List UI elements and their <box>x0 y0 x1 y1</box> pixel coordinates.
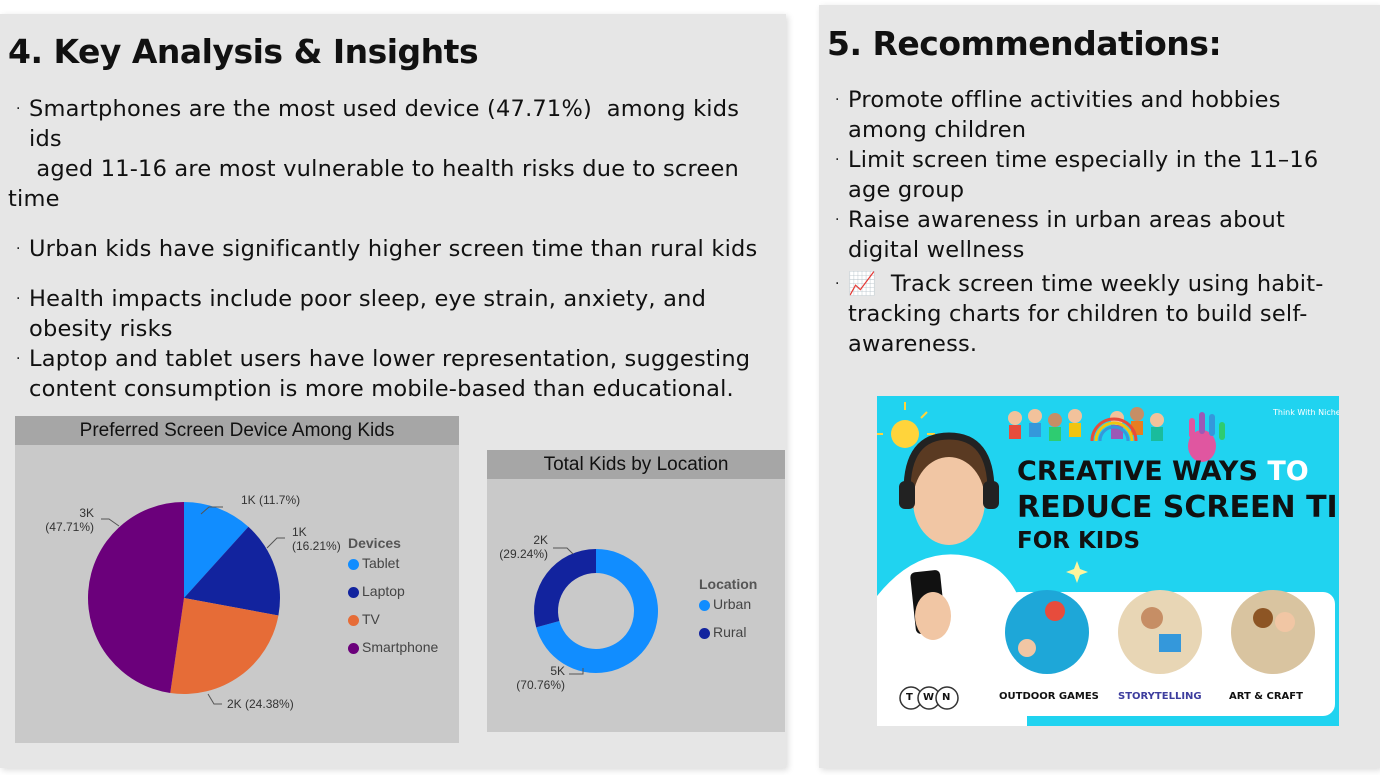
recommendations-title: 5. Recommendations: <box>827 24 1222 63</box>
sparkle-icon <box>1066 561 1088 583</box>
caption-art-craft: ART & CRAFT <box>1229 691 1303 702</box>
legend-label: Urban <box>713 596 752 612</box>
data-label: 1K (11.7%) <box>241 493 300 507</box>
caption-storytelling: STORYTELLING <box>1118 691 1202 702</box>
legend-label: TV <box>362 611 380 627</box>
donut-legend: Location Urban Rural <box>699 576 757 652</box>
bullet-dot: · <box>16 291 21 307</box>
data-label: 5K (70.76%) <box>516 664 565 692</box>
legend-swatch <box>699 628 710 639</box>
pie-slice-smartphone[interactable] <box>88 502 184 694</box>
headline-to: TO <box>1267 456 1309 487</box>
insight-text: Health impacts include poor sleep, eye s… <box>29 286 707 342</box>
insight-text: time <box>8 186 60 212</box>
legend-title: Location <box>699 576 758 592</box>
data-label: 2K (24.38%) <box>227 697 294 711</box>
label-leader-line <box>101 518 120 527</box>
recommendation-text: Promote offline activities and hobbies a… <box>848 87 1281 143</box>
recommendation-text: Raise awareness in urban areas about dig… <box>848 207 1285 263</box>
headline-text: CREATIVE WAYS <box>1017 456 1258 487</box>
device-pie-chart-card[interactable]: Preferred Screen Device Among Kids 1K (1… <box>15 416 459 743</box>
recommendation-item: · Limit screen time especially in the 11… <box>827 145 1372 205</box>
bullet-dot: · <box>16 101 21 117</box>
insight-text: Urban kids have significantly higher scr… <box>29 236 758 262</box>
bullet-dot: · <box>835 212 840 228</box>
legend-swatch <box>699 600 710 611</box>
legend-item-urban[interactable]: Urban <box>699 596 757 624</box>
caption-outdoor-games: OUTDOOR GAMES <box>999 691 1099 702</box>
promo-illustration <box>877 402 1335 726</box>
legend-item-smartphone[interactable]: Smartphone <box>348 639 438 667</box>
insight-text: aged 11-16 are most vulnerable to health… <box>29 156 739 182</box>
brand-text: Think With Niche <box>1273 408 1339 417</box>
label-leader-line <box>207 693 222 705</box>
headline-line-2: REDUCE SCREEN TIME <box>1017 490 1339 525</box>
data-label: 2K (29.24%) <box>499 533 548 561</box>
legend-label: Laptop <box>362 583 405 599</box>
headline-line-3: FOR KIDS <box>1017 528 1141 554</box>
logo-letter: T <box>906 692 913 703</box>
insight-item: · Laptop and tablet users have lower rep… <box>8 344 783 404</box>
storytelling-photo <box>1118 590 1202 674</box>
data-label: 1K (16.21%) <box>292 525 341 553</box>
legend-title: Devices <box>348 535 401 551</box>
legend-item-tv[interactable]: TV <box>348 611 438 639</box>
recommendation-item: · Raise awareness in urban areas about d… <box>827 205 1372 265</box>
legend-item-laptop[interactable]: Laptop <box>348 583 438 611</box>
insight-item: · Health impacts include poor sleep, eye… <box>8 284 783 344</box>
label-leader-line <box>266 537 285 549</box>
logo-letter: W <box>923 692 935 703</box>
bullet-dot: · <box>835 276 840 292</box>
legend-swatch <box>348 587 359 598</box>
legend-label: Rural <box>713 624 747 640</box>
sun-icon <box>891 420 919 448</box>
bullet-dot: · <box>835 152 840 168</box>
insight-item: · Smartphones are the most used device (… <box>8 94 783 154</box>
insights-list: · Smartphones are the most used device (… <box>8 94 783 404</box>
bullet-dot: · <box>16 351 21 367</box>
recommendation-text: Limit screen time especially in the 11–1… <box>848 147 1319 203</box>
legend-swatch <box>348 643 359 654</box>
data-label: 3K (47.71%) <box>45 506 94 534</box>
kids-crowd-illustration <box>1008 407 1164 442</box>
legend-item-tablet[interactable]: Tablet <box>348 555 438 583</box>
label-leader-line <box>553 547 574 555</box>
legend-swatch <box>348 615 359 626</box>
recommendation-item: · Promote offline activities and hobbies… <box>827 85 1372 145</box>
recommendation-text: 📈 Track screen time weekly using habit- … <box>848 271 1324 357</box>
art-craft-photo <box>1231 590 1315 674</box>
logo-letter: N <box>942 692 951 703</box>
headline-line-1: CREATIVE WAYS TO <box>1017 456 1309 487</box>
bullet-dot: · <box>16 241 21 257</box>
outdoor-games-photo <box>1005 590 1089 674</box>
boy-with-phone-illustration <box>877 432 1027 726</box>
legend-label: Smartphone <box>362 639 439 655</box>
legend-label: Tablet <box>362 555 400 571</box>
legend-swatch <box>348 559 359 570</box>
recommendation-item: · 📈 Track screen time weekly using habit… <box>827 269 1372 359</box>
promo-image: Think With Niche CREATIVE WAYS TO REDUCE… <box>877 396 1339 726</box>
pie-legend: Devices Tablet Laptop TV Smartphone <box>348 535 438 667</box>
recommendations-list: · Promote offline activities and hobbies… <box>827 85 1372 359</box>
insights-title: 4. Key Analysis & Insights <box>8 32 479 71</box>
insight-item: · Urban kids have significantly higher s… <box>8 234 783 264</box>
insight-item: time <box>8 184 783 214</box>
insight-item: aged 11-16 are most vulnerable to health… <box>8 154 783 184</box>
handprint-illustration <box>1188 412 1225 462</box>
insight-text: Smartphones are the most used device (47… <box>29 96 740 152</box>
bullet-dot: · <box>835 92 840 108</box>
location-donut-chart-card[interactable]: Total Kids by Location 5K (70.76%) 2K (29.2… <box>487 450 785 732</box>
legend-item-rural[interactable]: Rural <box>699 624 757 652</box>
insight-text: Laptop and tablet users have lower repre… <box>29 346 751 402</box>
